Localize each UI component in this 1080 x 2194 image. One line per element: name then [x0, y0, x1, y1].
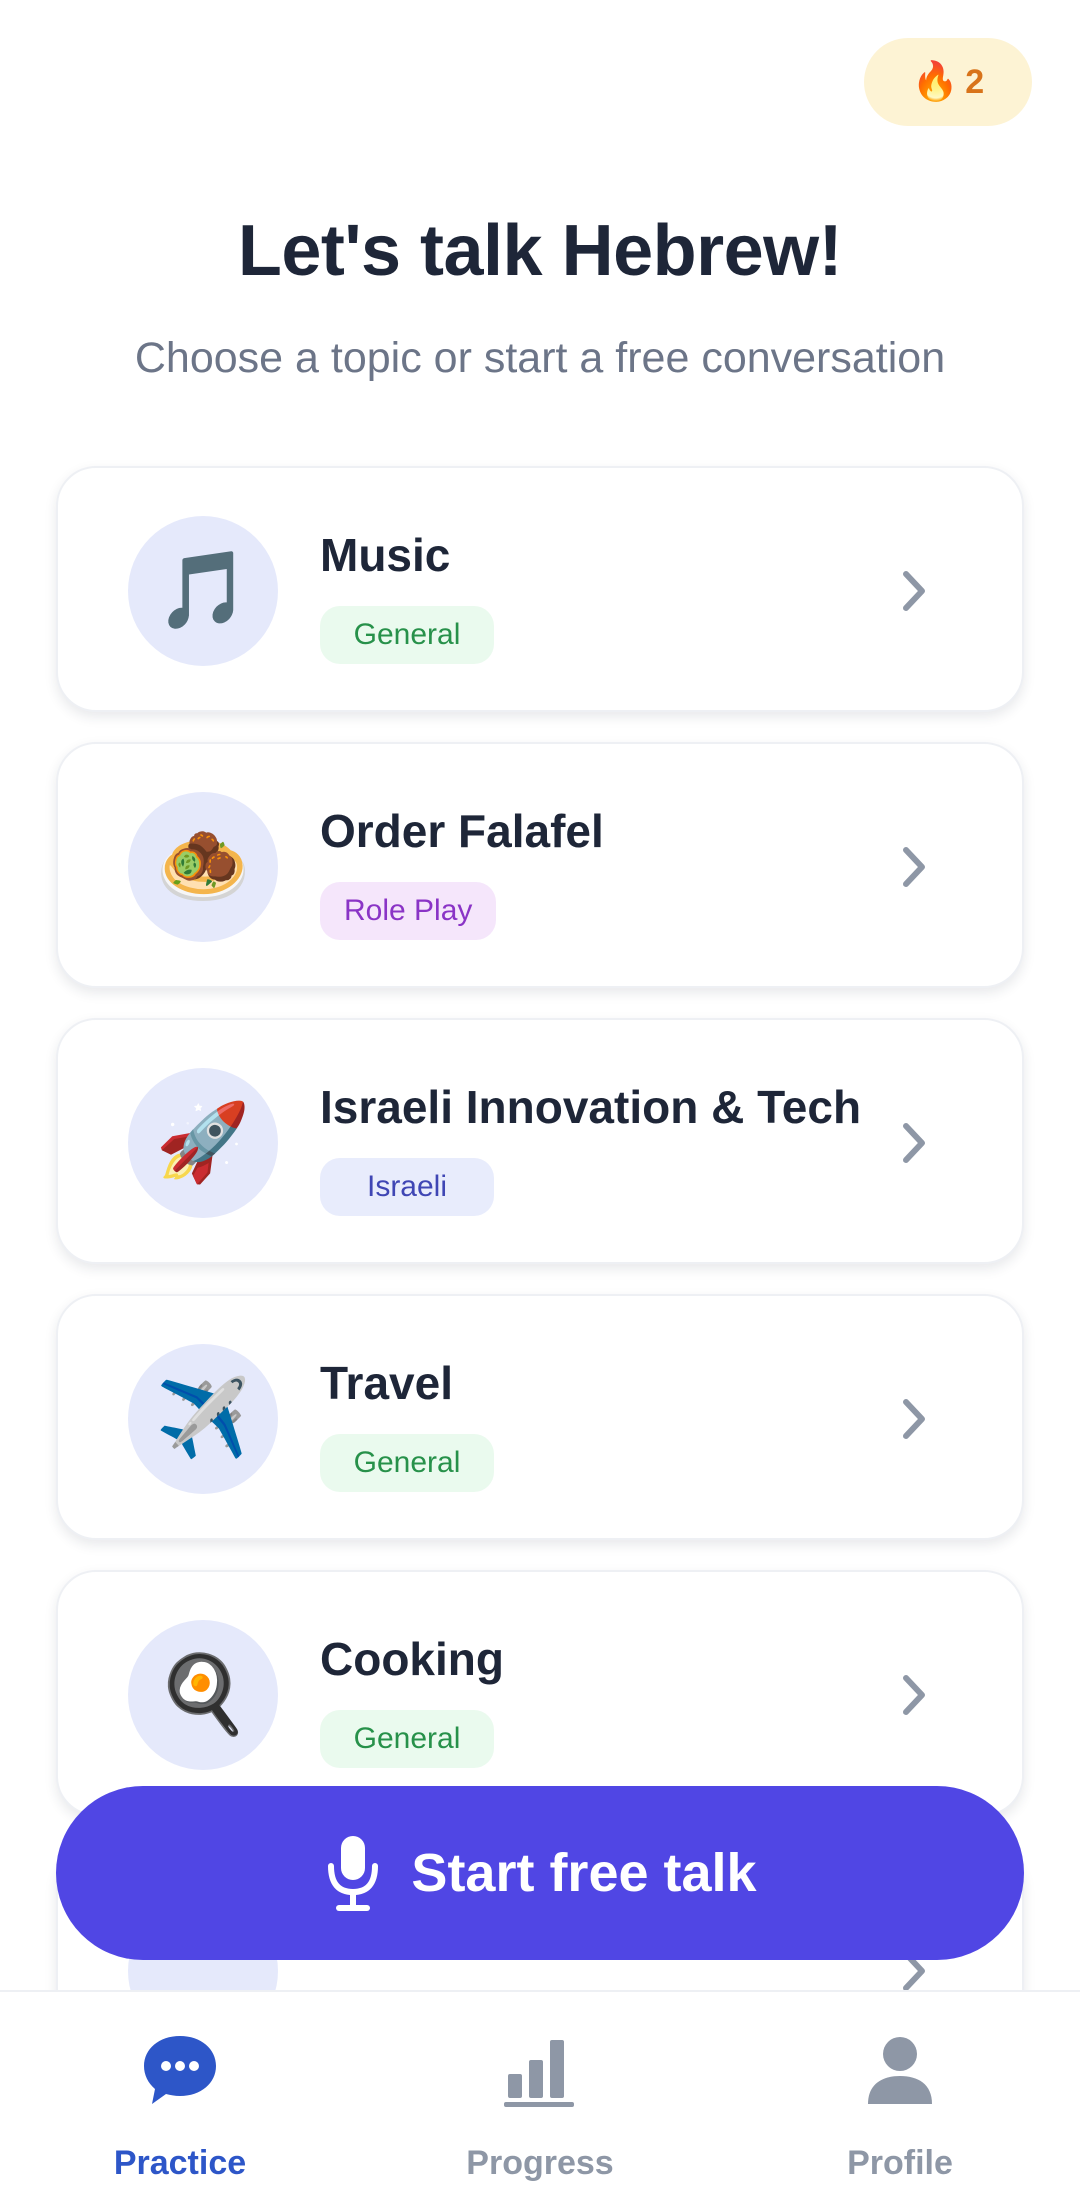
tab-practice[interactable]: Practice: [0, 1992, 360, 2194]
page-title: Let's talk Hebrew!: [237, 211, 843, 291]
start-free-talk-button[interactable]: Start free talk: [56, 1786, 1024, 1960]
topic-tag: General: [320, 606, 494, 664]
frying-pan-icon: 🍳: [128, 1620, 278, 1770]
bar-chart-icon: [504, 2040, 574, 2107]
chat-bubble-icon: [144, 2036, 216, 2104]
topic-card-cooking[interactable]: 🍳 Cooking General: [56, 1570, 1024, 1816]
topic-name: Israeli Innovation & Tech: [320, 1081, 862, 1133]
topic-name: Cooking: [320, 1633, 504, 1685]
tab-progress[interactable]: Progress: [360, 1992, 720, 2194]
rocket-icon: 🚀: [128, 1068, 278, 1218]
topic-card-travel[interactable]: ✈️ Travel General: [56, 1294, 1024, 1540]
chevron-right-icon: [903, 571, 925, 611]
topic-card-music[interactable]: 🎵 Music General: [56, 466, 1024, 712]
topic-tag: General: [320, 1434, 494, 1492]
microphone-icon: [328, 1836, 379, 1911]
chevron-right-icon: [903, 847, 925, 887]
tab-profile[interactable]: Profile: [720, 1992, 1080, 2194]
page-subtitle: Choose a topic or start a free conversat…: [134, 334, 946, 382]
flame-icon: 🔥: [911, 61, 960, 103]
chevron-right-icon: [903, 1399, 925, 1439]
bottom-tab-bar: Practice Progress Profile: [0, 1990, 1080, 2194]
streak-count: 2: [965, 62, 985, 101]
person-icon: [868, 2037, 932, 2104]
topic-tag: General: [320, 1710, 494, 1768]
topic-name: Travel: [320, 1357, 453, 1409]
topic-tag: Role Play: [320, 882, 497, 940]
topic-card-israeli-innovation[interactable]: 🚀 Israeli Innovation & Tech Israeli: [56, 1018, 1024, 1264]
practice-screen: 🔥 2 Let's talk Hebrew! Choose a topic or…: [0, 0, 1080, 2194]
topic-name: Music: [320, 529, 451, 581]
start-free-talk-label: Start free talk: [411, 1843, 757, 1903]
topic-card-order-falafel[interactable]: 🧆 Order Falafel Role Play: [56, 742, 1024, 988]
music-notes-icon: 🎵: [128, 516, 278, 666]
topic-name: Order Falafel: [320, 805, 604, 857]
tab-label: Profile: [847, 2144, 953, 2182]
tab-label: Practice: [113, 2144, 247, 2182]
chevron-right-icon: [903, 1675, 925, 1715]
airplane-icon: ✈️: [128, 1344, 278, 1494]
chevron-right-icon: [903, 1123, 925, 1163]
tab-label: Progress: [466, 2144, 614, 2182]
topic-tag: Israeli: [320, 1158, 494, 1216]
streak-badge[interactable]: 🔥 2: [864, 38, 1032, 126]
falafel-icon: 🧆: [128, 792, 278, 942]
